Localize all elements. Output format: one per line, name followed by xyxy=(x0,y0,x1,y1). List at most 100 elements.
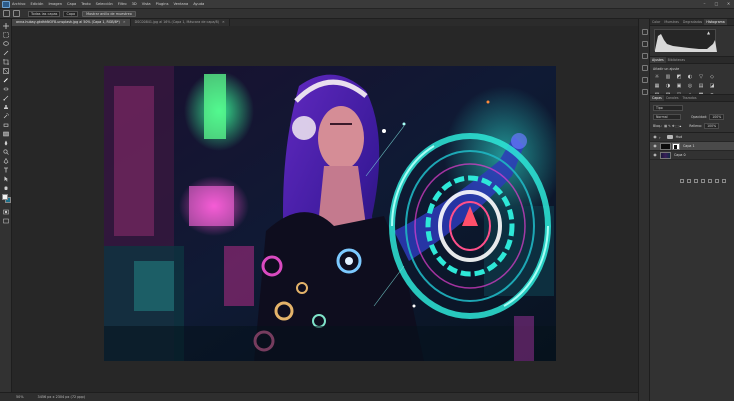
close-tab-icon[interactable]: ✕ xyxy=(222,20,225,24)
brush-tool-icon[interactable] xyxy=(3,95,9,101)
crop-tool-icon[interactable] xyxy=(3,59,9,65)
canvas-area[interactable] xyxy=(12,26,638,392)
eraser-tool-icon[interactable] xyxy=(3,122,9,128)
document-tab-active[interactable]: anna-hubay-gkdhhNOF8-unsplash.jpg al 50%… xyxy=(12,19,131,26)
path-selection-tool-icon[interactable] xyxy=(3,176,9,182)
move-tool-icon[interactable] xyxy=(3,23,9,29)
screen-mode-icon[interactable] xyxy=(3,218,9,224)
zoom-level[interactable]: 50% xyxy=(16,395,24,399)
tab-swatches[interactable]: Muestras xyxy=(662,19,681,25)
layer-name[interactable]: Hud xyxy=(676,135,683,139)
new-layer-icon[interactable] xyxy=(715,179,719,183)
tab-paths[interactable]: Trazados xyxy=(681,95,699,101)
foreground-color-swatch[interactable] xyxy=(2,194,8,200)
tab-color[interactable]: Color xyxy=(650,19,662,25)
new-group-icon[interactable] xyxy=(708,179,712,183)
document-tab[interactable]: DSC00841.jpg al 16% (Capa 1, Máscara de … xyxy=(130,19,230,26)
clone-stamp-tool-icon[interactable] xyxy=(3,104,9,110)
color-balance-icon[interactable]: ▦ xyxy=(654,83,660,89)
vibrance-icon[interactable]: ▽ xyxy=(698,74,704,80)
document-canvas[interactable] xyxy=(104,66,556,361)
exposure-icon[interactable]: ◐ xyxy=(687,74,693,80)
layer-row-hud[interactable]: ◉ › Hud xyxy=(650,133,734,142)
visibility-eye-icon[interactable]: ◉ xyxy=(652,152,658,158)
layer-row-capa-1[interactable]: ◉ Capa 1 xyxy=(650,142,734,151)
history-brush-tool-icon[interactable] xyxy=(3,113,9,119)
channel-mixer-icon[interactable]: ◎ xyxy=(687,83,693,89)
menu-3d[interactable]: 3D xyxy=(132,2,137,6)
tab-layers[interactable]: Capas xyxy=(650,95,664,101)
curves-icon[interactable]: ◩ xyxy=(676,74,682,80)
color-lookup-icon[interactable]: ▤ xyxy=(698,83,704,89)
layer-filter-select[interactable]: Tipo xyxy=(653,104,683,111)
eyedropper-tool-icon[interactable] xyxy=(3,77,9,83)
tab-histogram[interactable]: Histograma xyxy=(704,19,727,25)
character-panel-icon[interactable] xyxy=(642,77,648,83)
frame-tool-icon[interactable] xyxy=(3,68,9,74)
invert-icon[interactable]: ◪ xyxy=(709,83,715,89)
sample-size-select[interactable]: Todas las capas xyxy=(28,10,61,17)
warning-icon[interactable]: ▲ xyxy=(707,30,713,35)
eyedropper-icon[interactable] xyxy=(13,10,20,17)
gradient-tool-icon[interactable] xyxy=(3,131,9,137)
expand-chevron-icon[interactable]: › xyxy=(659,135,661,140)
layer-mask-thumbnail[interactable] xyxy=(672,142,680,150)
menu-vista[interactable]: Vista xyxy=(142,2,151,6)
pen-tool-icon[interactable] xyxy=(3,158,9,164)
menu-plugins[interactable]: Plugins xyxy=(156,2,169,6)
blend-mode-select[interactable]: Normal xyxy=(653,113,681,120)
hand-tool-icon[interactable] xyxy=(3,185,9,191)
add-mask-icon[interactable] xyxy=(694,179,698,183)
visibility-eye-icon[interactable]: ◉ xyxy=(652,134,658,140)
menu-edicion[interactable]: Edición xyxy=(30,2,43,6)
paragraph-panel-icon[interactable] xyxy=(642,89,648,95)
lasso-tool-icon[interactable] xyxy=(3,41,9,47)
menu-ayuda[interactable]: Ayuda xyxy=(193,2,204,6)
menu-capa[interactable]: Capa xyxy=(67,2,76,6)
properties-panel-icon[interactable] xyxy=(642,29,648,35)
adjustment-layer-icon[interactable] xyxy=(701,179,705,183)
photo-filter-icon[interactable]: ▣ xyxy=(676,83,682,89)
layer-row-capa-0[interactable]: ◉ Capa 0 xyxy=(650,151,734,160)
menu-texto[interactable]: Texto xyxy=(81,2,90,6)
marquee-tool-icon[interactable] xyxy=(3,32,9,38)
menu-ventana[interactable]: Ventana xyxy=(173,2,188,6)
link-layers-icon[interactable] xyxy=(680,179,684,183)
actions-panel-icon[interactable] xyxy=(642,53,648,59)
minimize-button[interactable]: – xyxy=(702,1,707,6)
brushes-panel-icon[interactable] xyxy=(642,65,648,71)
quick-mask-icon[interactable] xyxy=(3,209,9,215)
opacity-input[interactable]: 100% xyxy=(709,113,725,120)
layer-style-icon[interactable] xyxy=(687,179,691,183)
tab-gradients[interactable]: Degradados xyxy=(681,19,704,25)
brightness-contrast-icon[interactable]: ☼ xyxy=(654,74,660,80)
tab-channels[interactable]: Canales xyxy=(664,95,681,101)
fill-input[interactable]: 100% xyxy=(704,122,720,129)
document-info[interactable]: 3456 px x 2304 px (72 ppp) xyxy=(38,395,85,399)
black-white-icon[interactable]: ◑ xyxy=(665,83,671,89)
close-tab-icon[interactable]: ✕ xyxy=(123,20,126,24)
levels-icon[interactable]: ▥ xyxy=(665,74,671,80)
lock-icons[interactable]: ▦ ✎ ✥ ⬚ 🔒︎ xyxy=(664,124,681,128)
blur-tool-icon[interactable] xyxy=(3,140,9,146)
menu-filtro[interactable]: Filtro xyxy=(118,2,127,6)
layer-name[interactable]: Capa 0 xyxy=(674,153,686,157)
layer-name[interactable]: Capa 1 xyxy=(683,144,695,148)
sampling-ring-toggle[interactable]: Mostrar anillo de muestreo xyxy=(82,10,136,17)
tab-adjustments[interactable]: Ajustes xyxy=(650,57,666,63)
quick-selection-tool-icon[interactable] xyxy=(3,50,9,56)
menu-seleccion[interactable]: Selección xyxy=(96,2,113,6)
healing-brush-tool-icon[interactable] xyxy=(3,86,9,92)
close-button[interactable]: ✕ xyxy=(726,1,731,6)
photoshop-logo-icon[interactable] xyxy=(2,0,10,8)
trash-icon[interactable] xyxy=(722,179,726,183)
hue-saturation-icon[interactable]: ◇ xyxy=(709,74,715,80)
home-icon[interactable] xyxy=(3,10,10,17)
layer-sample-select[interactable]: Capa xyxy=(63,10,79,17)
maximize-button[interactable]: □ xyxy=(714,1,719,6)
tab-libraries[interactable]: Bibliotecas xyxy=(666,57,687,63)
type-tool-icon[interactable] xyxy=(3,167,9,173)
history-panel-icon[interactable] xyxy=(642,41,648,47)
visibility-eye-icon[interactable]: ◉ xyxy=(652,143,658,149)
dodge-tool-icon[interactable] xyxy=(3,149,9,155)
